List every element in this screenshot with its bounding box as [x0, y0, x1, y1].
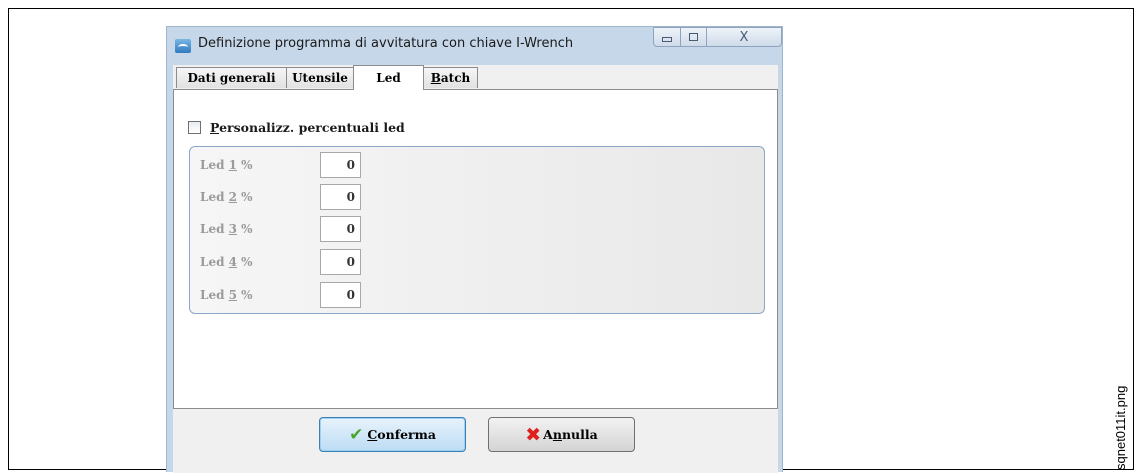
led-4-input[interactable]: 0 — [320, 249, 361, 275]
led-label: Led 2 % — [200, 190, 253, 204]
cancel-button-label: Annulla — [543, 427, 598, 442]
minimize-icon — [662, 36, 672, 42]
led-1-input[interactable]: 0 — [320, 152, 361, 178]
dialog-client-area: Dati generali Utensile Led Batch Persona… — [173, 65, 778, 473]
close-button[interactable]: X — [706, 27, 782, 47]
dialog-window: Definizione programma di avvitatura con … — [166, 26, 783, 473]
led-row: Led 2 % 0 — [190, 184, 390, 210]
tab-dati-generali[interactable]: Dati generali — [176, 67, 287, 88]
app-icon — [175, 39, 191, 53]
led-label: Led 5 % — [200, 288, 253, 302]
image-filename-caption: sqnet011it.png — [1113, 385, 1128, 470]
maximize-icon — [689, 33, 698, 41]
close-icon: X — [739, 29, 749, 45]
led-row: Led 3 % 0 — [190, 216, 390, 242]
minimize-button[interactable] — [653, 27, 681, 47]
confirm-button[interactable]: ✔ Conferma — [319, 417, 466, 452]
tab-utensile[interactable]: Utensile — [286, 67, 354, 88]
tab-batch[interactable]: Batch — [423, 67, 478, 88]
tab-page-led: Personalizz. percentuali led Led 1 % 0 L… — [173, 89, 778, 409]
personalize-checkbox-row[interactable]: Personalizz. percentuali led — [188, 118, 405, 136]
tab-label: Led — [376, 71, 401, 85]
window-title: Definizione programma di avvitatura con … — [198, 36, 574, 51]
tab-strip: Dati generali Utensile Led Batch — [173, 65, 778, 90]
tab-label: Utensile — [292, 71, 348, 85]
led-percent-group: Led 1 % 0 Led 2 % 0 Led 3 % 0 Led 4 % 0 … — [189, 146, 765, 314]
led-5-input[interactable]: 0 — [320, 282, 361, 308]
title-bar[interactable]: Definizione programma di avvitatura con … — [167, 27, 782, 65]
led-row: Led 5 % 0 — [190, 282, 390, 308]
led-3-input[interactable]: 0 — [320, 216, 361, 242]
tab-led[interactable]: Led — [353, 65, 424, 90]
led-label: Led 4 % — [200, 255, 253, 269]
led-label: Led 3 % — [200, 222, 253, 236]
tab-label: Dati generali — [187, 71, 276, 85]
checkmark-icon: ✔ — [349, 424, 364, 445]
tab-label: Batch — [430, 71, 471, 85]
window-controls: X — [653, 27, 782, 49]
led-label: Led 1 % — [200, 158, 253, 172]
led-2-input[interactable]: 0 — [320, 184, 361, 210]
cancel-button[interactable]: ✖ Annulla — [488, 417, 635, 452]
cross-icon: ✖ — [525, 423, 542, 446]
led-row: Led 4 % 0 — [190, 249, 390, 275]
led-row: Led 1 % 0 — [190, 152, 390, 178]
confirm-button-label: Conferma — [367, 427, 436, 442]
maximize-button[interactable] — [680, 27, 707, 47]
personalize-checkbox[interactable] — [188, 120, 201, 134]
personalize-checkbox-label[interactable]: Personalizz. percentuali led — [210, 120, 405, 135]
